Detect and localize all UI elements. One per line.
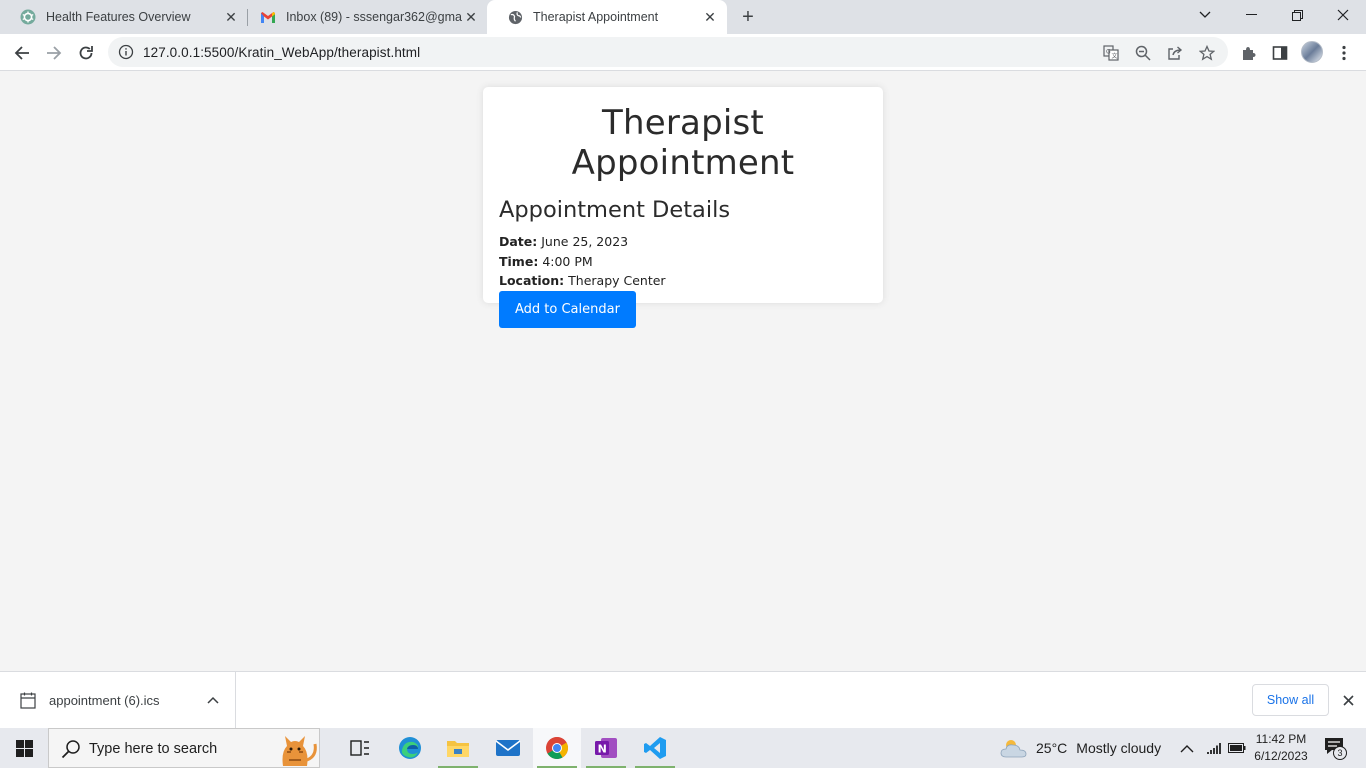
minimize-button[interactable]	[1228, 0, 1274, 30]
tab-search-icon[interactable]	[1182, 0, 1228, 30]
new-tab-button[interactable]: +	[737, 6, 759, 28]
windows-taskbar: Type here to search N 25°C Mostly cloudy	[0, 728, 1366, 768]
mail-icon[interactable]	[484, 728, 532, 768]
tab-title: Health Features Overview	[46, 10, 191, 24]
tab-inbox[interactable]: Inbox (89) - sssengar362@gmail. ✕	[240, 0, 488, 34]
address-bar[interactable]: 127.0.0.1:5500/Kratin_WebApp/therapist.h…	[108, 37, 1228, 67]
download-shelf: appointment (6).ics Show all	[0, 671, 1366, 728]
section-heading: Appointment Details	[499, 197, 731, 223]
extensions-icon[interactable]	[1234, 39, 1262, 67]
cloudy-weather-icon	[1000, 737, 1028, 759]
edge-browser-icon[interactable]	[386, 728, 434, 768]
share-icon[interactable]	[1166, 44, 1184, 62]
close-window-button[interactable]	[1320, 0, 1366, 30]
close-tab-icon[interactable]: ✕	[222, 8, 240, 26]
network-icon[interactable]	[1206, 728, 1222, 768]
detail-value: Therapy Center	[568, 273, 666, 288]
browser-tab-strip: Health Features Overview ✕ Inbox (89) - …	[0, 0, 1366, 34]
download-file-name: appointment (6).ics	[49, 693, 160, 708]
chatgpt-icon	[20, 9, 36, 25]
show-hidden-icons-chevron-icon[interactable]	[1180, 728, 1194, 768]
bookmark-star-icon[interactable]	[1198, 44, 1216, 62]
menu-kebab-icon[interactable]	[1330, 39, 1358, 67]
close-tab-icon[interactable]: ✕	[462, 8, 480, 26]
detail-location: Location: Therapy Center	[499, 271, 867, 291]
weather-widget[interactable]: 25°C Mostly cloudy	[1000, 728, 1161, 768]
page-viewport: Therapist Appointment Appointment Detail…	[0, 72, 1366, 671]
reload-button[interactable]	[72, 39, 100, 67]
onenote-icon[interactable]: N	[582, 728, 630, 768]
url-text: 127.0.0.1:5500/Kratin_WebApp/therapist.h…	[143, 45, 421, 60]
calendar-file-icon	[20, 692, 36, 709]
site-info-icon[interactable]	[118, 44, 134, 60]
back-button[interactable]	[8, 39, 36, 67]
notification-count-badge: 3	[1333, 746, 1347, 760]
tab-title: Inbox (89) - sssengar362@gmail.	[286, 10, 462, 24]
restore-button[interactable]	[1274, 0, 1320, 30]
chrome-icon[interactable]	[533, 728, 581, 768]
windows-start-icon[interactable]	[0, 728, 48, 768]
globe-icon	[507, 9, 523, 25]
translate-icon[interactable]: G文	[1102, 44, 1120, 62]
weather-description: Mostly cloudy	[1076, 740, 1162, 756]
task-view-icon[interactable]	[336, 728, 384, 768]
tab-title: Therapist Appointment	[533, 10, 659, 24]
svg-text:N: N	[598, 743, 607, 756]
svg-text:文: 文	[1112, 52, 1118, 60]
weather-temperature: 25°C	[1036, 740, 1068, 756]
chevron-up-icon[interactable]	[204, 691, 222, 709]
detail-label: Location:	[499, 273, 565, 288]
add-to-calendar-button[interactable]: Add to Calendar	[499, 290, 636, 328]
profile-avatar[interactable]	[1301, 41, 1323, 63]
appointment-details: Date: June 25, 2023 Time: 4:00 PM Locati…	[499, 232, 867, 291]
close-shelf-icon[interactable]	[1339, 691, 1357, 709]
search-placeholder: Type here to search	[89, 741, 218, 757]
detail-label: Date:	[499, 234, 538, 249]
vscode-icon[interactable]	[631, 728, 679, 768]
file-explorer-icon[interactable]	[434, 728, 482, 768]
system-clock[interactable]: 11:42 PM 6/12/2023	[1248, 731, 1314, 765]
detail-label: Time:	[499, 253, 539, 269]
side-panel-icon[interactable]	[1266, 39, 1294, 67]
svg-text:G: G	[1106, 49, 1111, 56]
browser-toolbar: 127.0.0.1:5500/Kratin_WebApp/therapist.h…	[0, 34, 1366, 71]
zoom-out-icon[interactable]	[1134, 44, 1152, 62]
taskbar-search-box[interactable]: Type here to search	[48, 728, 320, 768]
page-title: Therapist Appointment	[571, 103, 795, 183]
cat-illustration-icon	[275, 730, 319, 768]
clock-date: 6/12/2023	[1254, 749, 1308, 763]
notification-center-icon[interactable]: 3	[1324, 728, 1347, 768]
detail-time: Time: 4:00 PM	[499, 252, 867, 272]
detail-date: Date: June 25, 2023	[499, 232, 867, 252]
battery-icon[interactable]	[1228, 728, 1246, 768]
appointment-card: Therapist Appointment Appointment Detail…	[483, 87, 883, 328]
clock-time: 11:42 PM	[1255, 732, 1307, 746]
show-all-downloads-button[interactable]: Show all	[1252, 684, 1329, 716]
tab-therapist-appointment[interactable]: Therapist Appointment ✕	[487, 0, 727, 34]
download-item[interactable]: appointment (6).ics	[0, 672, 236, 728]
forward-button[interactable]	[40, 39, 68, 67]
close-tab-icon[interactable]: ✕	[701, 8, 719, 26]
detail-value: 4:00 PM	[542, 253, 593, 269]
detail-value: June 25, 2023	[541, 234, 629, 249]
tab-health-features-overview[interactable]: Health Features Overview ✕	[0, 0, 248, 34]
search-icon	[61, 739, 81, 759]
gmail-icon	[260, 9, 276, 25]
